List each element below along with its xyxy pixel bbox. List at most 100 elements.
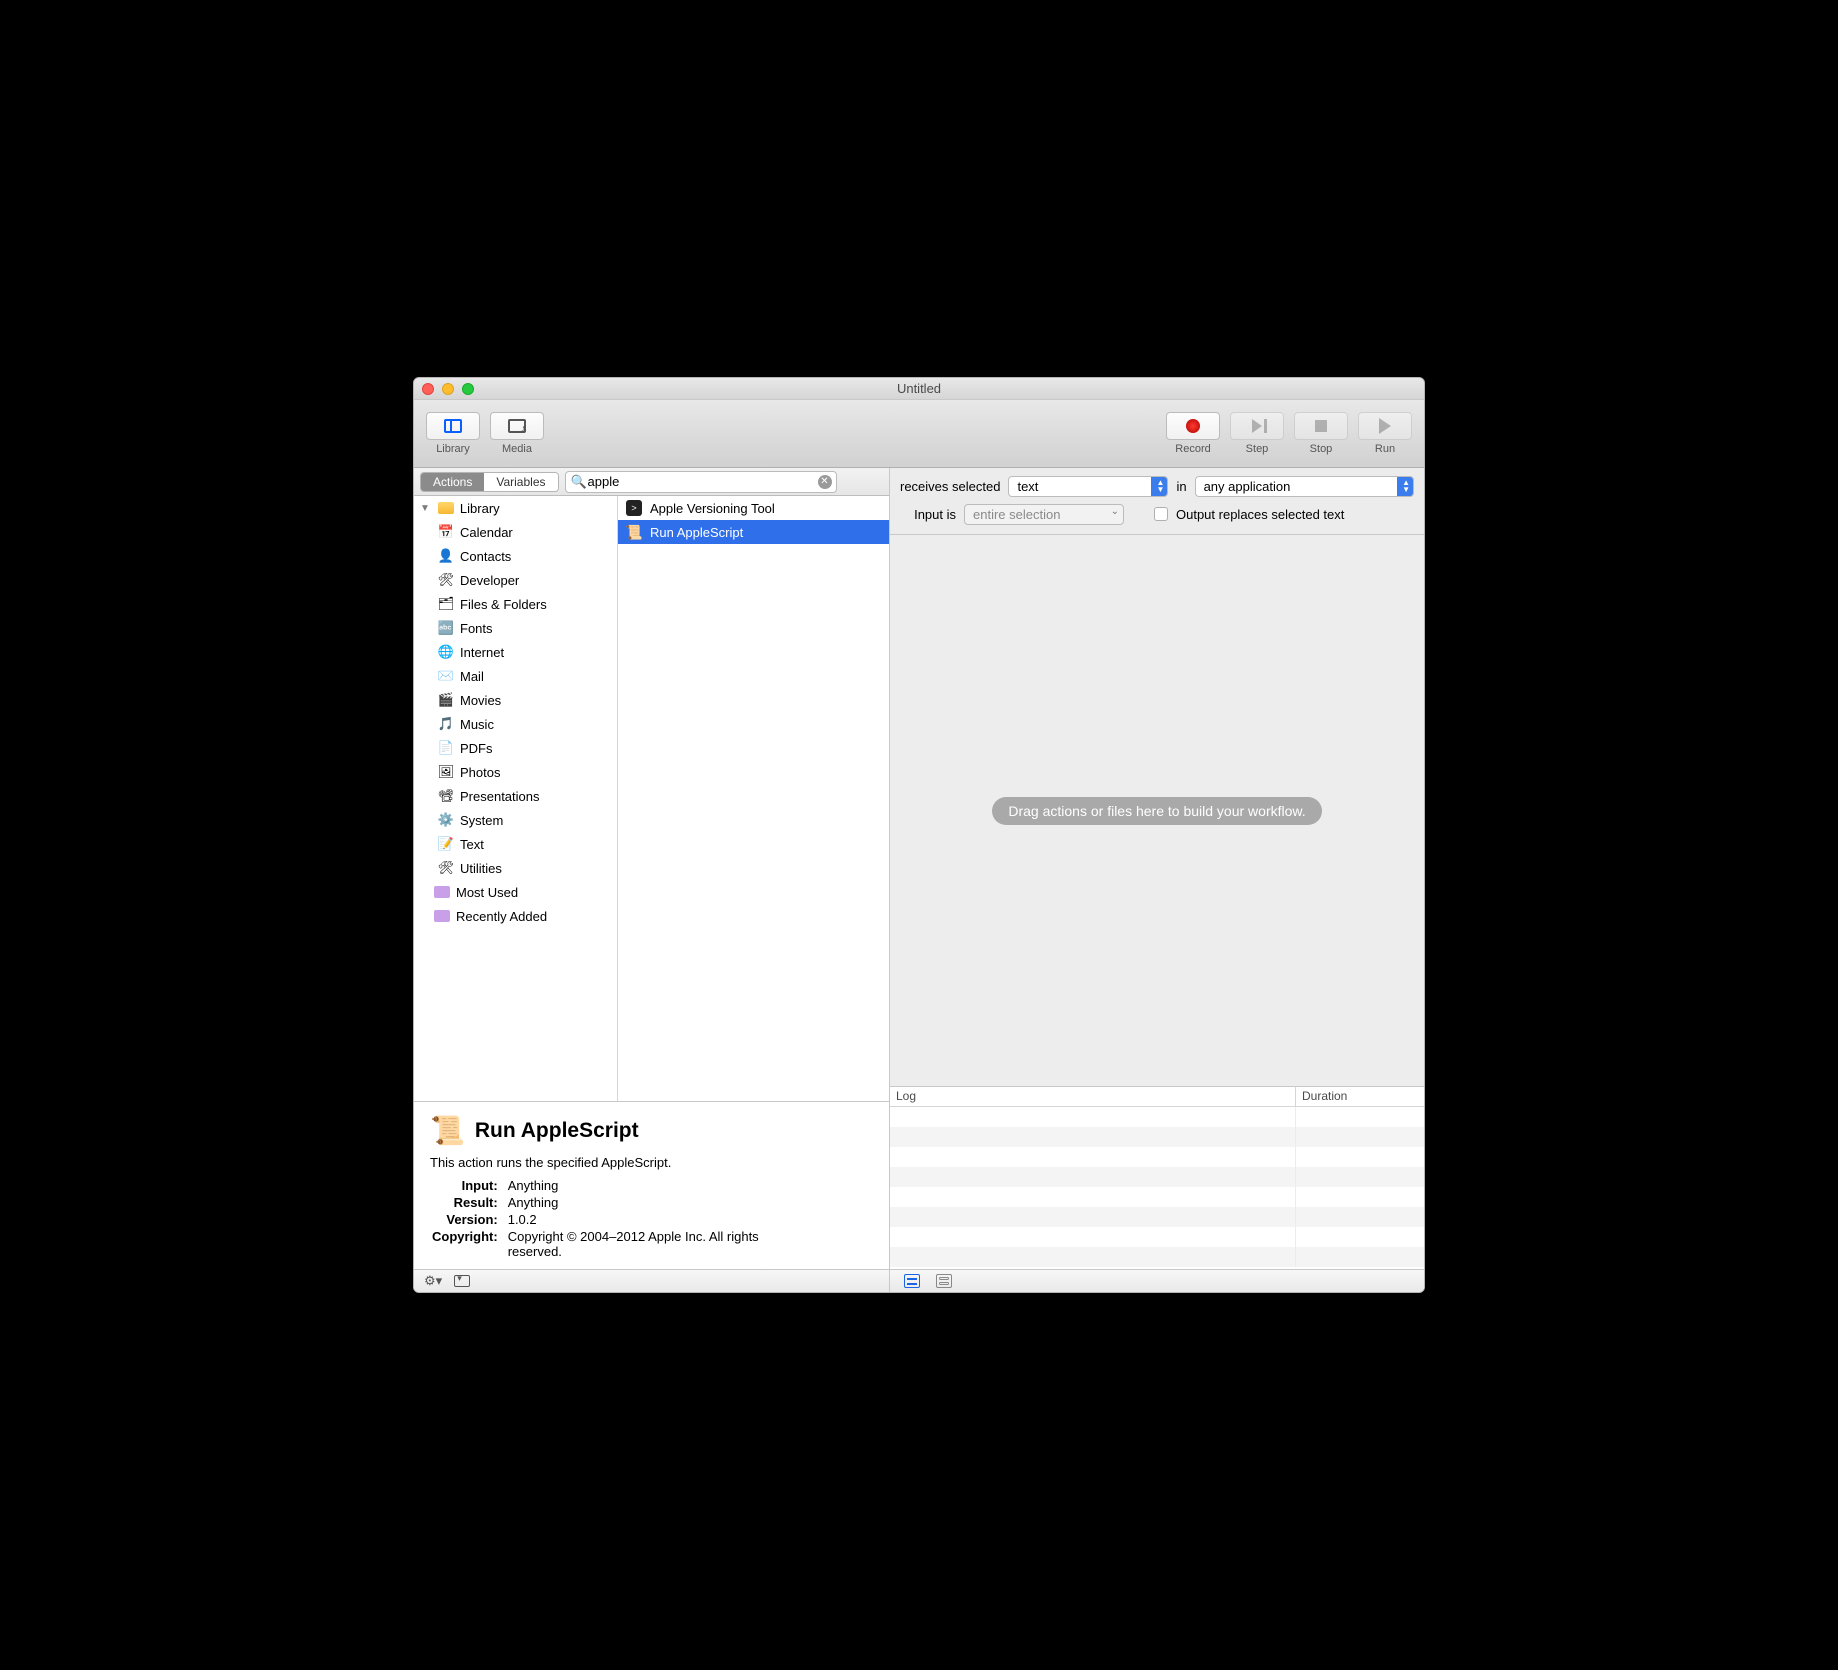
category-row[interactable]: 🗂 Files & Folders — [414, 592, 617, 616]
category-icon: 📝 — [438, 836, 454, 852]
category-row[interactable]: 🛠 Developer — [414, 568, 617, 592]
log-view-list-button[interactable] — [904, 1274, 920, 1288]
category-list[interactable]: ▼ Library 📅Calendar👤Contacts 🛠 Developer 🗂 F… — [414, 496, 618, 1101]
category-icon: ⚙️ — [438, 812, 454, 828]
applescript-icon: 📜 — [430, 1114, 465, 1147]
action-label: Apple Versioning Tool — [650, 501, 775, 516]
category-icon: 🎬 — [438, 692, 454, 708]
category-row[interactable]: 📄PDFs — [414, 736, 617, 760]
log-rows[interactable] — [890, 1107, 1424, 1269]
log-col-log[interactable]: Log — [890, 1087, 1296, 1106]
input-is-popup[interactable]: entire selection — [964, 504, 1124, 525]
service-options: receives selected text ▲▼ in any applica… — [890, 468, 1424, 535]
titlebar: Untitled — [414, 378, 1424, 400]
actions-variables-segment: Actions Variables — [420, 472, 559, 492]
action-row[interactable]: 📜Run AppleScript — [618, 520, 889, 544]
category-icon: 👤 — [438, 548, 454, 564]
search-icon: 🔍 — [571, 474, 587, 490]
receives-value: text — [1017, 479, 1038, 494]
log-header: Log Duration — [890, 1087, 1424, 1107]
library-root-row[interactable]: ▼ Library — [414, 496, 617, 520]
tab-variables[interactable]: Variables — [484, 473, 557, 491]
search-field[interactable]: 🔍 ✕ — [565, 471, 837, 493]
automator-window: Untitled Library Media Record Step — [413, 377, 1425, 1293]
category-label: Fonts — [460, 621, 493, 636]
category-row[interactable]: 🎵 Music — [414, 712, 617, 736]
category-icon: 🎵 — [438, 716, 454, 732]
desc-result-val: Anything — [508, 1195, 788, 1210]
category-icon: 🛠 — [438, 860, 454, 876]
desc-input-key: Input: — [432, 1178, 506, 1193]
desc-copyright-key: Copyright: — [432, 1229, 506, 1259]
library-footer: ⚙︎▾ — [414, 1269, 889, 1292]
stop-button[interactable]: Stop — [1292, 412, 1350, 455]
category-icon: 🗂 — [438, 596, 454, 612]
receives-popup[interactable]: text ▲▼ — [1008, 476, 1168, 497]
category-row[interactable]: 👤Contacts — [414, 544, 617, 568]
desc-input-val: Anything — [508, 1178, 788, 1193]
step-icon — [1252, 419, 1262, 433]
category-icon: 🛠 — [438, 572, 454, 588]
category-icon: 🌐 — [438, 644, 454, 660]
category-icon: 🖼 — [438, 764, 454, 780]
clear-search-button[interactable]: ✕ — [818, 475, 832, 489]
category-label: Text — [460, 837, 484, 852]
run-icon — [1379, 418, 1391, 434]
category-row[interactable]: ✉️ Mail — [414, 664, 617, 688]
media-button[interactable]: Media — [488, 412, 546, 455]
category-row[interactable]: 📅Calendar — [414, 520, 617, 544]
category-row[interactable]: ⚙️ System — [414, 808, 617, 832]
category-label: Files & Folders — [460, 597, 547, 612]
desc-version-val: 1.0.2 — [508, 1212, 788, 1227]
stop-icon — [1315, 420, 1327, 432]
tab-actions[interactable]: Actions — [421, 473, 484, 491]
smart-folder-row[interactable]: Recently Added — [414, 904, 617, 928]
category-row[interactable]: 🖼Photos — [414, 760, 617, 784]
log-col-duration[interactable]: Duration — [1296, 1087, 1424, 1106]
category-icon: ✉️ — [438, 668, 454, 684]
input-is-label: Input is — [900, 507, 956, 522]
window-title: Untitled — [414, 381, 1424, 396]
canvas-placeholder: Drag actions or files here to build your… — [992, 797, 1321, 825]
search-input[interactable] — [566, 474, 836, 489]
category-row[interactable]: 📝 Text — [414, 832, 617, 856]
in-application-popup[interactable]: any application ▲▼ — [1195, 476, 1414, 497]
category-icon: 🔤 — [438, 620, 454, 636]
category-label: Presentations — [460, 789, 540, 804]
action-description: 📜 Run AppleScript This action runs the s… — [414, 1102, 889, 1269]
toggle-description-button[interactable] — [454, 1275, 470, 1287]
action-list[interactable]: >Apple Versioning Tool📜Run AppleScript — [618, 496, 889, 1101]
category-row[interactable]: 🎬 Movies — [414, 688, 617, 712]
category-label: Calendar — [460, 525, 513, 540]
workflow-canvas[interactable]: Drag actions or files here to build your… — [890, 535, 1424, 1087]
category-label: Music — [460, 717, 494, 732]
library-root-label: Library — [460, 501, 500, 516]
library-tabs-row: Actions Variables 🔍 ✕ — [414, 468, 889, 496]
media-icon — [508, 419, 526, 433]
output-replaces-checkbox[interactable] — [1154, 507, 1168, 521]
step-button[interactable]: Step — [1228, 412, 1286, 455]
category-row[interactable]: 🌐Internet — [414, 640, 617, 664]
run-button[interactable]: Run — [1356, 412, 1414, 455]
record-button[interactable]: Record — [1164, 412, 1222, 455]
desc-copyright-val: Copyright © 2004–2012 Apple Inc. All rig… — [508, 1229, 788, 1259]
action-row[interactable]: >Apple Versioning Tool — [618, 496, 889, 520]
category-row[interactable]: 🔤 Fonts — [414, 616, 617, 640]
smart-folder-row[interactable]: Most Used — [414, 880, 617, 904]
category-label: System — [460, 813, 503, 828]
library-toggle-button[interactable]: Library — [424, 412, 482, 455]
category-label: Mail — [460, 669, 484, 684]
category-label: Movies — [460, 693, 501, 708]
smart-folder-icon — [434, 886, 450, 898]
category-row[interactable]: 🛠Utilities — [414, 856, 617, 880]
action-icon: 📜 — [626, 524, 642, 540]
category-label: Developer — [460, 573, 519, 588]
disclosure-triangle-icon[interactable]: ▼ — [420, 503, 430, 514]
toolbar: Library Media Record Step Stop — [414, 400, 1424, 468]
category-row[interactable]: 📽Presentations — [414, 784, 617, 808]
workflow-pane: receives selected text ▲▼ in any applica… — [890, 468, 1424, 1292]
log-view-results-button[interactable] — [936, 1274, 952, 1288]
desc-result-key: Result: — [432, 1195, 506, 1210]
gear-menu-button[interactable]: ⚙︎▾ — [424, 1273, 442, 1289]
in-value: any application — [1204, 479, 1291, 494]
